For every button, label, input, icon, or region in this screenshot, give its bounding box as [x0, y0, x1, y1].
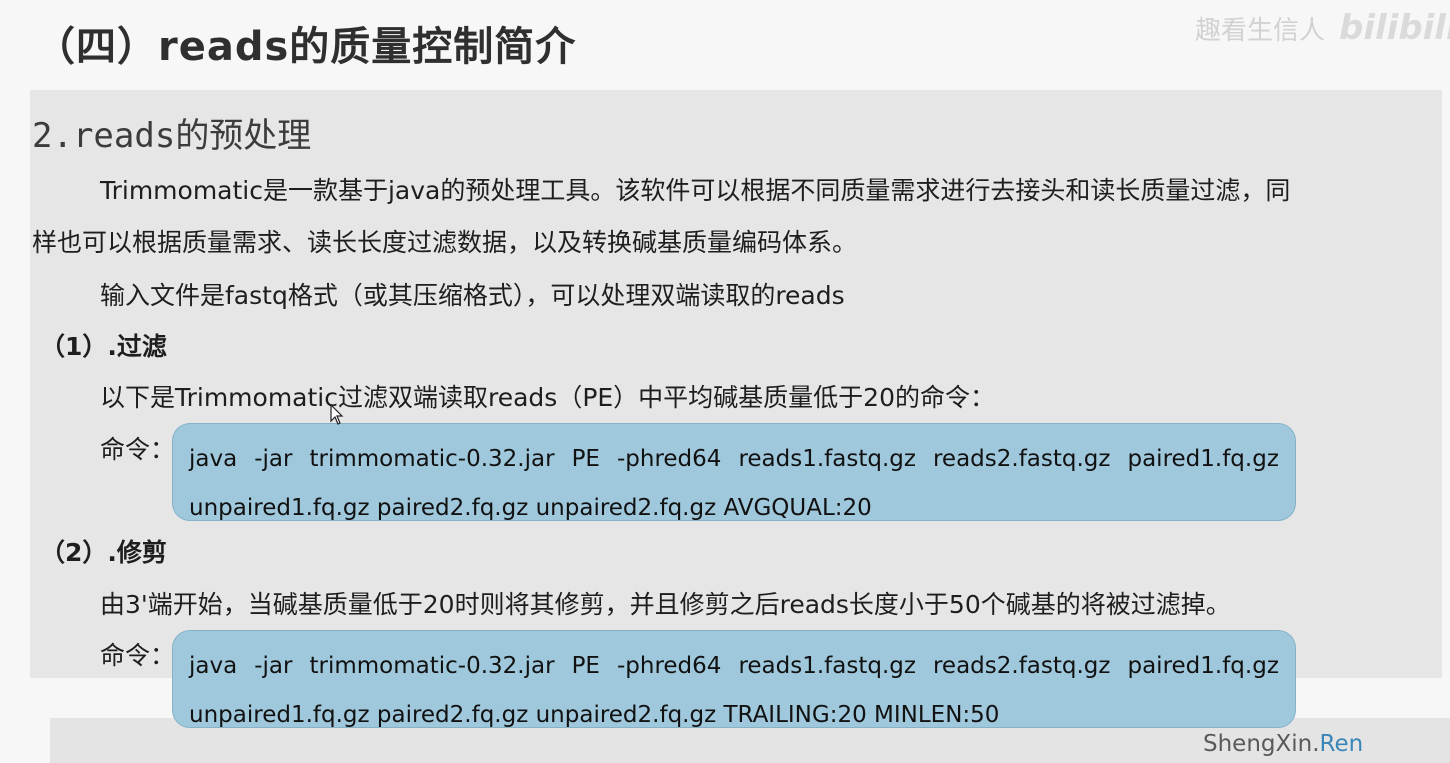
section-latin: reads	[72, 116, 176, 156]
filter-command-token: trimmomatic-0.32.jar	[309, 446, 555, 472]
watermark-text: 趣看生信人	[1195, 16, 1326, 46]
filter-command-line-2: unpaired1.fq.gz paired2.fq.gz unpaired2.…	[189, 495, 872, 521]
filter-command-token: java	[189, 446, 238, 472]
brand-footer: ShengXin.Ren	[1203, 731, 1363, 757]
filter-command-token: reads2.fastq.gz	[932, 446, 1111, 472]
mouse-pointer-icon	[330, 404, 344, 425]
trim-command-token: -jar	[254, 653, 293, 679]
trim-command-token: java	[189, 653, 238, 679]
trim-command-box: java -jar trimmomatic-0.32.jar PE -phred64 re…	[172, 630, 1296, 728]
brand-main: ShengXin.	[1203, 731, 1320, 757]
slide-title: （四）reads的质量控制简介	[35, 24, 577, 70]
trim-command-line-1: java -jar trimmomatic-0.32.jar PE -phred64 re…	[189, 641, 1279, 691]
section-cn: 的预处理	[175, 116, 312, 156]
trim-command-token: trimmomatic-0.32.jar	[309, 653, 555, 679]
brand-accent: Ren	[1319, 731, 1364, 757]
trim-command-token: -phred64	[616, 653, 722, 679]
trim-command-token: paired1.fq.gz	[1127, 653, 1279, 679]
trim-cmd-label: 命令：	[100, 641, 176, 670]
filter-heading: （1）.过滤	[40, 332, 167, 361]
filter-description: 以下是Trimmomatic过滤双端读取reads（PE）中平均碱基质量低于20…	[100, 383, 995, 412]
trim-command-token: reads1.fastq.gz	[738, 653, 916, 679]
filter-command-token: paired1.fq.gz	[1127, 446, 1279, 472]
filter-command-token: reads1.fastq.gz	[738, 446, 916, 472]
filter-command-box: java -jar trimmomatic-0.32.jar PE -phred64 re…	[172, 423, 1296, 521]
filter-cmd-label: 命令：	[100, 435, 176, 464]
filter-command-token: -phred64	[616, 446, 722, 472]
watermark: 趣看生信人 bilibili	[1195, 8, 1450, 48]
filter-command-token: -jar	[254, 446, 293, 472]
bilibili-logo-icon: bilibili	[1339, 8, 1450, 48]
input-line: 输入文件是fastq格式（或其压缩格式），可以处理双端读取的reads	[100, 281, 845, 310]
intro-line-2: 样也可以根据质量需求、读长长度过滤数据，以及转换碱基质量编码体系。	[32, 228, 858, 257]
trim-heading: （2）.修剪	[40, 538, 167, 567]
trim-command-token: PE	[571, 653, 600, 679]
intro-line-1: Trimmomatic是一款基于java的预处理工具。该软件可以根据不同质量需求…	[100, 176, 1291, 205]
trim-command-line-2: unpaired1.fq.gz paired2.fq.gz unpaired2.…	[189, 702, 1000, 728]
section-number: 2.	[32, 116, 73, 156]
trim-description: 由3'端开始，当碱基质量低于20时则将其修剪，并且修剪之后reads长度小于50…	[100, 590, 1231, 619]
trim-command-token: reads2.fastq.gz	[932, 653, 1111, 679]
filter-command-line-1: java -jar trimmomatic-0.32.jar PE -phred64 re…	[189, 434, 1279, 484]
section-title: 2.reads的预处理	[32, 108, 311, 157]
filter-command-token: PE	[571, 446, 600, 472]
